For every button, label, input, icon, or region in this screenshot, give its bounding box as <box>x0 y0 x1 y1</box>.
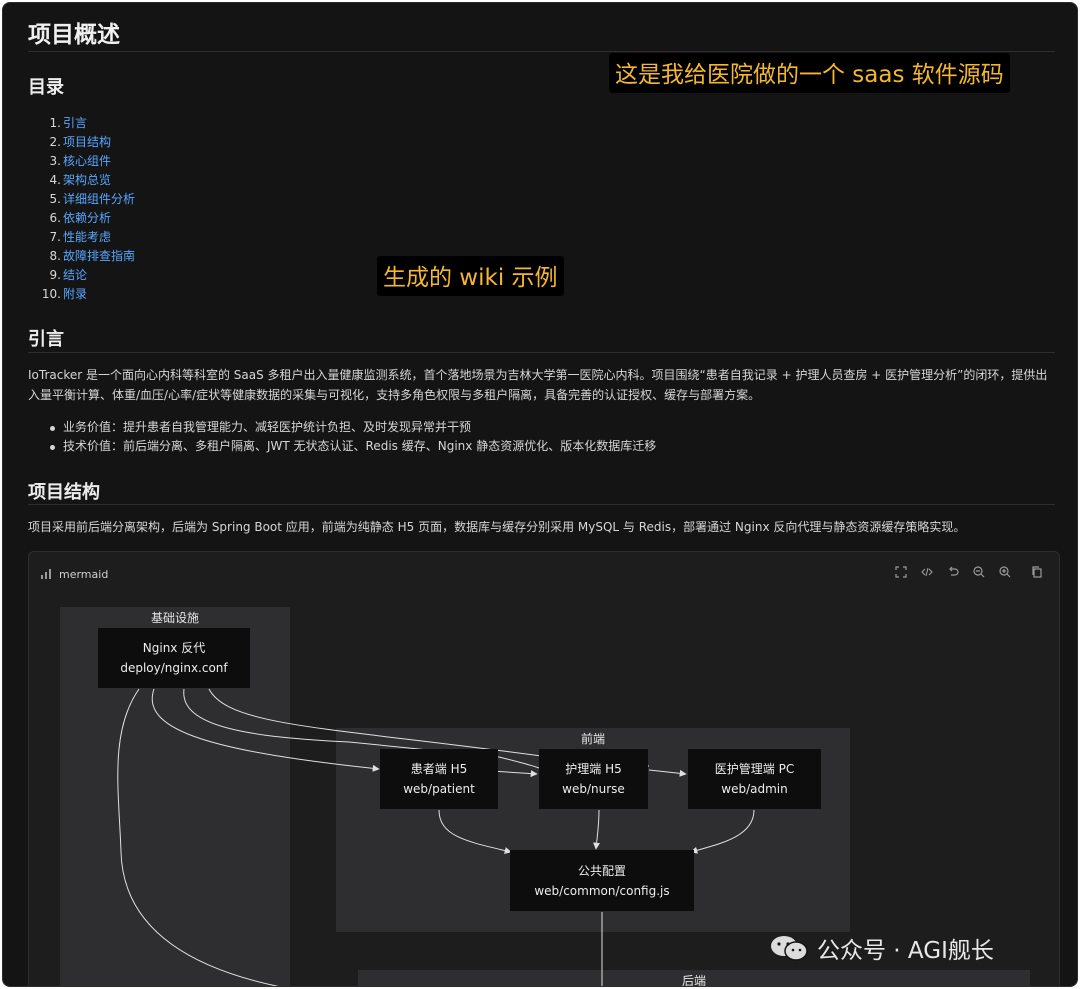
annotation-callout: 这是我给医院做的一个 saas 软件源码 <box>609 53 1010 93</box>
page-title: 项目概述 <box>28 22 120 48</box>
toc-heading: 目录 <box>28 77 64 98</box>
edge-nurse-admin <box>648 769 687 777</box>
toc-item[interactable]: 1. 引言 <box>28 114 135 133</box>
divider <box>28 51 1055 52</box>
edge-nginx-backend <box>117 688 280 986</box>
structure-heading: 项目结构 <box>28 482 100 503</box>
toc-link[interactable]: 核心组件 <box>63 154 111 168</box>
toc-link[interactable]: 引言 <box>63 116 87 130</box>
mermaid-diagram: mermaid 基础设施 前端 后端 Nginx 反代 deploy/nginx… <box>28 551 1060 986</box>
toc-item[interactable]: 8. 故障排查指南 <box>28 247 135 266</box>
divider <box>28 352 1055 353</box>
toc-link[interactable]: 详细组件分析 <box>63 192 135 206</box>
node-common-config[interactable]: 公共配置 web/common/config.js <box>510 850 694 911</box>
structure-paragraph: 项目采用前后端分离架构，后端为 Spring Boot 应用，前端为纯静态 H5… <box>28 520 966 534</box>
edge-patient-common <box>438 809 512 854</box>
node-nurse-h5[interactable]: 护理端 H5 web/nurse <box>539 749 648 809</box>
toc-item[interactable]: 2. 项目结构 <box>28 133 135 152</box>
toc-link[interactable]: 项目结构 <box>63 135 111 149</box>
intro-heading: 引言 <box>28 329 64 350</box>
edge-nurse-common <box>593 809 601 850</box>
intro-paragraph: IoTracker 是一个面向心内科等科室的 SaaS 多租户出入量健康监测系统… <box>28 368 1048 402</box>
node-patient-h5[interactable]: 患者端 H5 web/patient <box>380 749 498 809</box>
table-of-contents: 1. 引言 2. 项目结构 3. 核心组件 4. 架构总览 5. 详细组件分析 6. 依赖分… <box>28 114 135 304</box>
toc-item[interactable]: 6. 依赖分析 <box>28 209 135 228</box>
node-nginx[interactable]: Nginx 反代 deploy/nginx.conf <box>98 628 250 688</box>
edge-nginx-patient <box>151 688 380 772</box>
toc-link[interactable]: 依赖分析 <box>63 211 111 225</box>
toc-link[interactable]: 架构总览 <box>63 173 111 187</box>
toc-link[interactable]: 附录 <box>63 287 87 301</box>
wiki-page: 项目概述 目录 这是我给医院做的一个 saas 软件源码 1. 引言 2. 项目结构… <box>2 2 1078 987</box>
annotation-callout: 生成的 wiki 示例 <box>377 256 564 296</box>
watermark: 公众号 · AGI舰长 <box>769 931 994 965</box>
list-item: 技术价值：前后端分离、多租户隔离、JWT 无状态认证、Redis 缓存、Ngin… <box>28 437 656 456</box>
toc-link[interactable]: 性能考虑 <box>63 230 111 244</box>
toc-link[interactable]: 结论 <box>63 268 87 282</box>
toc-item[interactable]: 5. 详细组件分析 <box>28 190 135 209</box>
watermark-text: 公众号 · AGI舰长 <box>817 938 994 964</box>
edge-admin-common <box>690 809 755 854</box>
toc-item[interactable]: 3. 核心组件 <box>28 152 135 171</box>
list-item: 业务价值：提升患者自我管理能力、减轻医护统计负担、及时发现异常并干预 <box>28 418 656 437</box>
toc-item[interactable]: 4. 架构总览 <box>28 171 135 190</box>
value-list: 业务价值：提升患者自我管理能力、减轻医护统计负担、及时发现异常并干预 技术价值：… <box>28 418 656 456</box>
toc-item[interactable]: 9. 结论 <box>28 266 135 285</box>
divider <box>28 504 1055 505</box>
wechat-icon <box>771 936 808 961</box>
toc-item[interactable]: 7. 性能考虑 <box>28 228 135 247</box>
toc-link[interactable]: 故障排查指南 <box>63 249 135 263</box>
node-admin-pc[interactable]: 医护管理端 PC web/admin <box>688 749 821 809</box>
toc-item[interactable]: 10. 附录 <box>28 285 135 304</box>
